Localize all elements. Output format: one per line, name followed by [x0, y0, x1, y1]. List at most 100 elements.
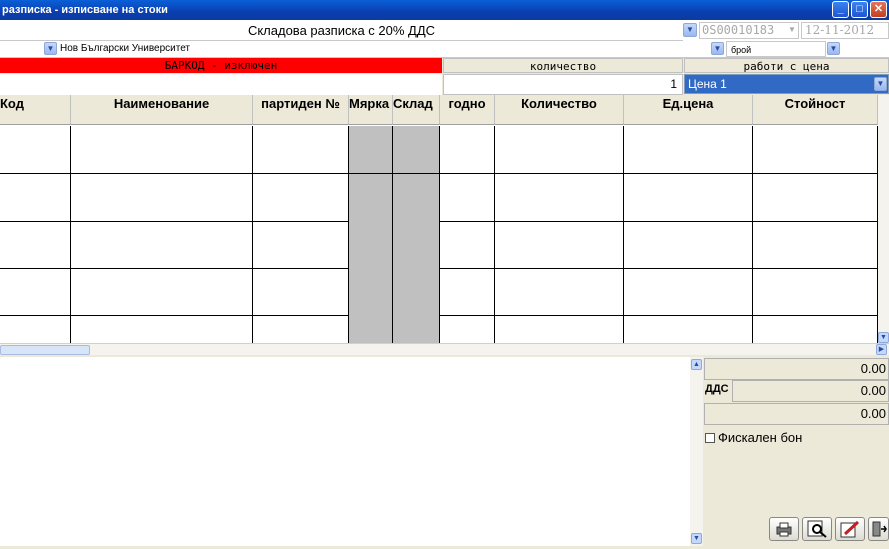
column-header-warehouse[interactable]: Склад: [393, 95, 440, 125]
grid-cell[interactable]: [495, 126, 624, 174]
grid-cell[interactable]: [495, 315, 624, 343]
grid-cell[interactable]: [440, 126, 495, 174]
grid-cell[interactable]: [624, 174, 753, 222]
grid-cell[interactable]: [0, 221, 71, 269]
scroll-down-icon[interactable]: ▼: [691, 533, 702, 544]
document-date-field[interactable]: 12-11-2012: [801, 22, 889, 39]
column-header-name[interactable]: Наименование: [71, 95, 253, 125]
grid-cell[interactable]: [753, 221, 878, 269]
grid-horizontal-scrollbar[interactable]: ▶: [0, 343, 889, 355]
scroll-right-icon[interactable]: ▶: [876, 344, 887, 355]
grid-cell[interactable]: [71, 126, 253, 174]
edit-button[interactable]: [835, 517, 865, 541]
price-select[interactable]: Цена 1 ▼: [684, 74, 889, 94]
vat-label: ДДС: [705, 383, 729, 395]
grid-cell[interactable]: [253, 126, 349, 174]
chevron-down-icon[interactable]: ▼: [683, 23, 697, 37]
window-title-bar: разписка - изписване на стоки _ □ ✕: [0, 0, 889, 20]
grid-cell[interactable]: [495, 268, 624, 316]
chevron-down-icon[interactable]: ▼: [786, 24, 798, 37]
document-type-select[interactable]: Складова разписка с 20% ДДС: [0, 20, 683, 41]
chevron-down-icon[interactable]: ▼: [874, 77, 887, 91]
column-header-value[interactable]: Стойност: [753, 95, 878, 125]
grid-cell[interactable]: [0, 174, 71, 222]
items-grid[interactable]: Код Наименование партиден № Мярка Склад …: [0, 95, 878, 343]
print-button[interactable]: [769, 517, 799, 541]
printer-icon: [776, 522, 792, 537]
column-header-quantity[interactable]: Количество: [495, 95, 624, 125]
column-header-valid[interactable]: годно: [440, 95, 495, 125]
grid-cell[interactable]: [495, 174, 624, 222]
grid-cell[interactable]: [624, 126, 753, 174]
grid-vertical-scrollbar[interactable]: ▼: [878, 95, 889, 343]
grid-cell[interactable]: [440, 315, 495, 343]
column-header-unit-price[interactable]: Ед.цена: [624, 95, 753, 125]
scroll-thumb[interactable]: [0, 345, 90, 355]
grid-cell[interactable]: [349, 315, 393, 343]
scroll-up-icon[interactable]: ▲: [691, 359, 702, 370]
grid-cell[interactable]: [71, 221, 253, 269]
grid-cell[interactable]: [71, 315, 253, 343]
fiscal-receipt-label: Фискален бон: [718, 430, 803, 445]
chevron-down-icon[interactable]: ▼: [711, 42, 724, 55]
grid-cell[interactable]: [393, 315, 440, 343]
notes-scrollbar[interactable]: ▲ ▼: [690, 357, 703, 546]
client-select[interactable]: Нов Български Университет: [60, 41, 190, 57]
unit-select[interactable]: брой: [726, 41, 826, 57]
preview-icon: [807, 520, 827, 538]
exit-icon: [872, 521, 887, 537]
checkbox-icon[interactable]: [705, 432, 715, 443]
grid-cell[interactable]: [349, 221, 393, 269]
column-header-measure[interactable]: Мярка: [349, 95, 393, 125]
barcode-input[interactable]: [0, 74, 442, 95]
grid-cell[interactable]: [71, 174, 253, 222]
grid-cell[interactable]: [253, 221, 349, 269]
grid-cell[interactable]: [495, 221, 624, 269]
price-select-value: Цена 1: [688, 77, 727, 91]
edit-icon: [840, 520, 860, 538]
grid-cell[interactable]: [440, 268, 495, 316]
scroll-down-icon[interactable]: ▼: [878, 332, 889, 343]
grid-cell[interactable]: [753, 126, 878, 174]
document-number-field[interactable]: 0S00010183: [699, 22, 799, 39]
quantity-input[interactable]: 1: [443, 74, 683, 95]
maximize-icon[interactable]: □: [851, 1, 868, 18]
exit-button[interactable]: [868, 517, 889, 541]
grid-cell[interactable]: [753, 268, 878, 316]
chevron-down-icon[interactable]: ▼: [827, 42, 840, 55]
preview-button[interactable]: [802, 517, 832, 541]
grid-cell[interactable]: [0, 268, 71, 316]
close-icon[interactable]: ✕: [870, 1, 887, 18]
grid-cell[interactable]: [349, 268, 393, 316]
minimize-icon[interactable]: _: [832, 1, 849, 18]
grid-cell[interactable]: [624, 315, 753, 343]
notes-textarea[interactable]: [0, 357, 690, 546]
grid-cell[interactable]: [753, 174, 878, 222]
document-type-label: Складова разписка с 20% ДДС: [247, 23, 436, 38]
grid-cell[interactable]: [349, 126, 393, 174]
grid-cell[interactable]: [440, 221, 495, 269]
grand-total: 0.00: [704, 403, 889, 425]
vat-total: 0.00: [732, 380, 889, 402]
grid-cell[interactable]: [71, 268, 253, 316]
column-header-batch[interactable]: партиден №: [253, 95, 349, 125]
price-mode-header: работи с цена: [684, 58, 889, 73]
column-header-code[interactable]: Код: [0, 95, 71, 125]
grid-cell[interactable]: [440, 174, 495, 222]
grid-cell[interactable]: [253, 174, 349, 222]
grid-cell[interactable]: [393, 126, 440, 174]
barcode-header: БАРКОД - изключен: [0, 58, 442, 73]
chevron-down-icon[interactable]: ▼: [44, 42, 57, 55]
grid-cell[interactable]: [624, 268, 753, 316]
grid-cell[interactable]: [624, 221, 753, 269]
grid-cell[interactable]: [753, 315, 878, 343]
grid-cell[interactable]: [0, 315, 71, 343]
grid-cell[interactable]: [393, 221, 440, 269]
grid-cell[interactable]: [393, 268, 440, 316]
grid-cell[interactable]: [393, 174, 440, 222]
grid-cell[interactable]: [0, 126, 71, 174]
grid-cell[interactable]: [349, 174, 393, 222]
grid-cell[interactable]: [253, 315, 349, 343]
grid-cell[interactable]: [253, 268, 349, 316]
fiscal-receipt-checkbox[interactable]: Фискален бон: [705, 430, 802, 445]
